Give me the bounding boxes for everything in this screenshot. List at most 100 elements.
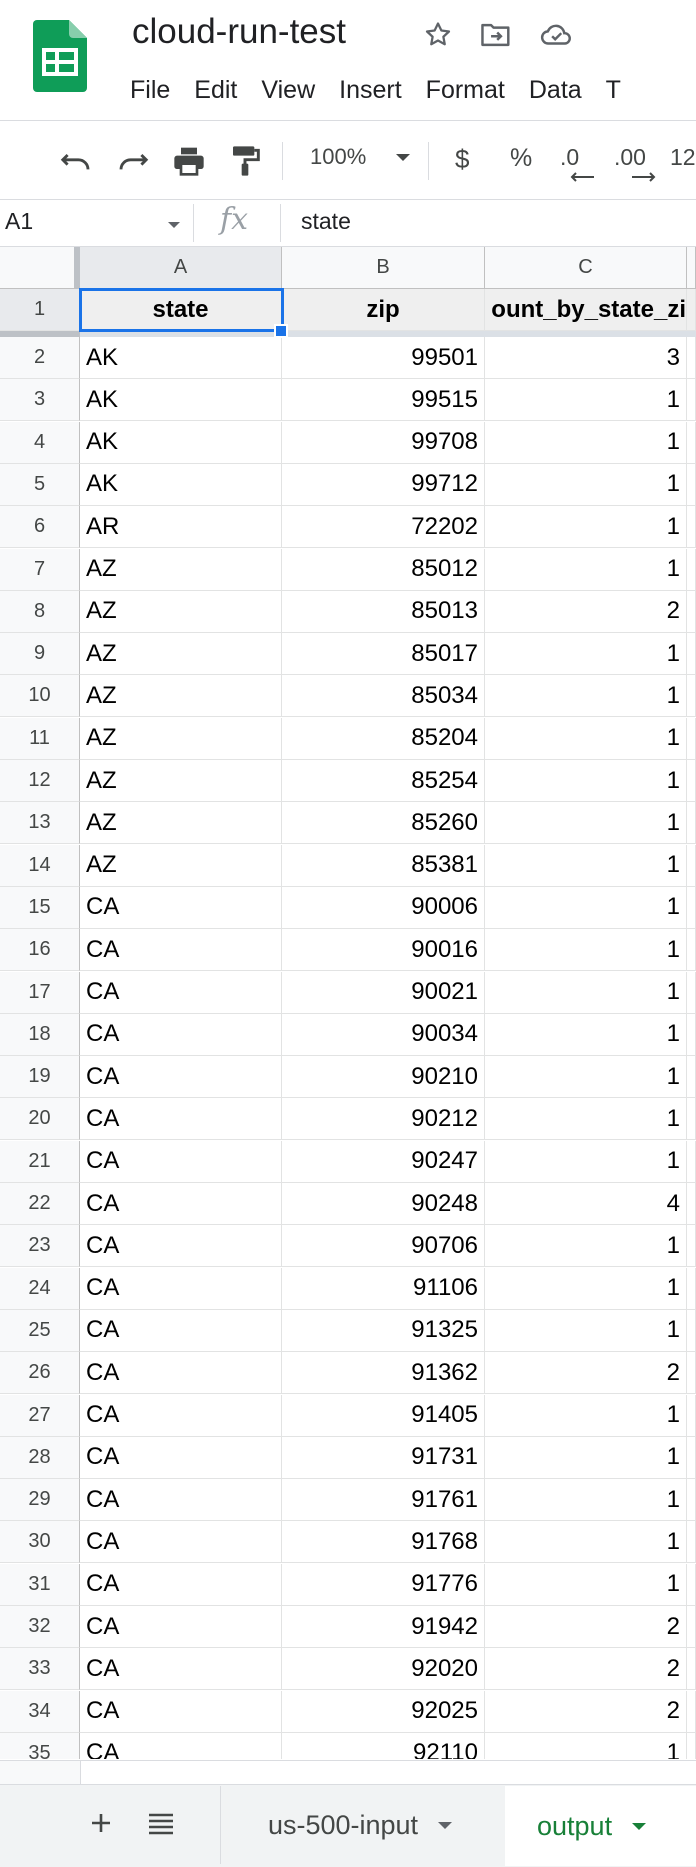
cell-d[interactable] (687, 1479, 696, 1522)
cell-state[interactable]: CA (80, 1563, 282, 1606)
cell-count[interactable]: 4 (485, 1183, 687, 1225)
cell-b1[interactable]: zip (282, 289, 485, 331)
row-header[interactable]: 27 (0, 1394, 80, 1437)
row-header[interactable]: 11 (0, 717, 80, 760)
cell-count[interactable]: 2 (485, 1648, 687, 1691)
cell-d[interactable] (687, 590, 696, 633)
cell-count[interactable]: 1 (485, 929, 687, 972)
cell-count[interactable]: 1 (485, 1225, 687, 1268)
cell-d[interactable] (687, 1352, 696, 1395)
row-header[interactable]: 10 (0, 675, 80, 718)
row-header[interactable]: 20 (0, 1098, 80, 1141)
cell-zip[interactable]: 90212 (282, 1098, 485, 1141)
row-header[interactable]: 14 (0, 844, 80, 887)
percent-format-button[interactable]: % (510, 144, 532, 173)
cell-zip[interactable]: 91761 (282, 1479, 485, 1522)
cell-state[interactable]: CA (80, 1690, 282, 1733)
star-icon[interactable] (419, 16, 457, 54)
cell-count[interactable]: 1 (485, 633, 687, 676)
menu-format[interactable]: Format (414, 70, 517, 110)
cell-zip[interactable]: 90248 (282, 1183, 485, 1225)
row-header[interactable]: 12 (0, 760, 80, 802)
cell-count[interactable]: 1 (485, 675, 687, 718)
cell-d[interactable] (687, 337, 696, 379)
cell-d[interactable] (687, 1309, 696, 1352)
cell-zip[interactable]: 90210 (282, 1056, 485, 1099)
cell-state[interactable]: CA (80, 1648, 282, 1691)
currency-format-button[interactable]: $ (455, 144, 469, 175)
cell-d[interactable] (687, 1521, 696, 1564)
cell-state[interactable]: CA (80, 1436, 282, 1479)
cell-count[interactable]: 1 (485, 421, 687, 464)
cell-d[interactable] (687, 633, 696, 676)
cell-state[interactable]: CA (80, 1732, 282, 1759)
menu-edit[interactable]: Edit (182, 70, 249, 110)
cell-count[interactable]: 3 (485, 337, 687, 379)
cell-count[interactable]: 1 (485, 971, 687, 1014)
cell-state[interactable]: CA (80, 1267, 282, 1310)
row-header[interactable]: 5 (0, 463, 80, 506)
row-header[interactable]: 31 (0, 1563, 80, 1606)
cell-count[interactable]: 1 (485, 844, 687, 887)
cell-state[interactable]: AZ (80, 633, 282, 676)
cell-state[interactable]: AR (80, 506, 282, 549)
cell-zip[interactable]: 91942 (282, 1606, 485, 1648)
cell-state[interactable]: AK (80, 421, 282, 464)
increase-decimal-button[interactable]: .00 (614, 144, 656, 182)
cell-state[interactable]: CA (80, 1183, 282, 1225)
cell-state[interactable]: CA (80, 1056, 282, 1099)
cell-count[interactable]: 1 (485, 1394, 687, 1437)
row-header[interactable]: 22 (0, 1183, 80, 1225)
cell-zip[interactable]: 85017 (282, 633, 485, 676)
row-header[interactable]: 28 (0, 1436, 80, 1479)
cell-d[interactable] (687, 1098, 696, 1141)
cell-count[interactable]: 1 (485, 1732, 687, 1759)
cell-c1[interactable]: ount_by_state_zi (485, 289, 687, 331)
cell-state[interactable]: CA (80, 1309, 282, 1352)
row-header[interactable]: 33 (0, 1648, 80, 1691)
cell-d[interactable] (687, 971, 696, 1014)
cell-count[interactable]: 1 (485, 1267, 687, 1310)
cell-zip[interactable]: 91768 (282, 1521, 485, 1564)
cell-state[interactable]: AZ (80, 548, 282, 591)
cell-state[interactable]: CA (80, 971, 282, 1014)
cell-zip[interactable]: 90016 (282, 929, 485, 972)
cell-zip[interactable]: 85254 (282, 760, 485, 802)
row-header[interactable]: 32 (0, 1606, 80, 1648)
cell-zip[interactable]: 85204 (282, 717, 485, 760)
cell-state[interactable]: AZ (80, 802, 282, 845)
cell-state[interactable]: CA (80, 1140, 282, 1183)
cell-d[interactable] (687, 1013, 696, 1056)
row-header[interactable]: 30 (0, 1521, 80, 1564)
cell-d[interactable] (687, 1436, 696, 1479)
cell-count[interactable]: 1 (485, 1098, 687, 1141)
cell-state[interactable]: CA (80, 1225, 282, 1268)
cell-d[interactable] (687, 506, 696, 549)
add-sheet-icon[interactable] (84, 1806, 118, 1840)
cell-d[interactable] (687, 463, 696, 506)
cell-state[interactable]: CA (80, 1521, 282, 1564)
cell-zip[interactable]: 85013 (282, 590, 485, 633)
row-header[interactable]: 35 (0, 1732, 80, 1759)
move-to-folder-icon[interactable] (477, 16, 515, 54)
cell-zip[interactable]: 91325 (282, 1309, 485, 1352)
row-header[interactable]: 21 (0, 1140, 80, 1183)
cell-d[interactable] (687, 802, 696, 845)
select-all-corner[interactable] (0, 247, 80, 289)
cell-d[interactable] (687, 1056, 696, 1099)
cell-count[interactable]: 2 (485, 1352, 687, 1395)
row-header[interactable]: 24 (0, 1267, 80, 1310)
row-header[interactable]: 15 (0, 886, 80, 929)
column-header-d[interactable] (687, 247, 696, 289)
menu-tools[interactable]: T (594, 70, 633, 110)
cell-count[interactable]: 1 (485, 717, 687, 760)
paint-format-icon[interactable] (224, 140, 266, 182)
cell-d[interactable] (687, 1648, 696, 1691)
cell-zip[interactable]: 91362 (282, 1352, 485, 1395)
cell-d[interactable] (687, 929, 696, 972)
cell-d[interactable] (687, 1225, 696, 1268)
cell-zip[interactable]: 90706 (282, 1225, 485, 1268)
cell-state[interactable]: CA (80, 1013, 282, 1056)
cell-zip[interactable]: 92020 (282, 1648, 485, 1691)
cell-state[interactable]: CA (80, 1606, 282, 1648)
